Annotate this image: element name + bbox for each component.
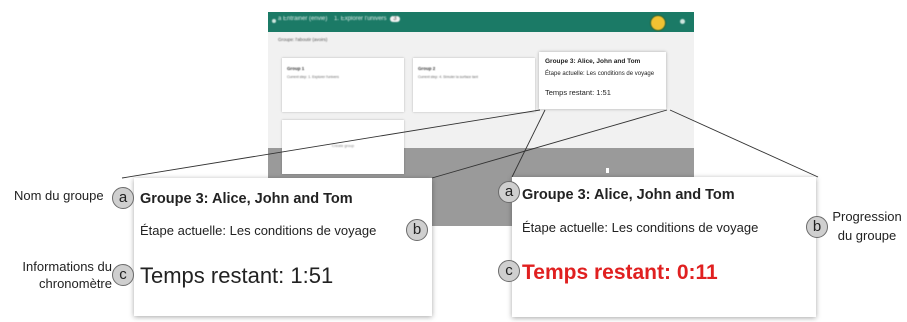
label-timer-info: chronomètre [39, 276, 112, 291]
group-current-step: Étape actuelle: Les conditions de voyage [140, 223, 377, 238]
breadcrumb-item: a Entrainer (envie) [278, 16, 328, 22]
label-group-progress: du groupe [837, 228, 897, 243]
label-group-progress: Progression [832, 209, 902, 224]
mini-card-title: Group 2 [418, 66, 436, 71]
zoomed-group-card-alert: Groupe 3: Alice, John and Tom Étape actu… [512, 177, 816, 317]
group-timer: Temps restant: 1:51 [140, 263, 334, 288]
mini-group-card: Group 2 Current step: 4. Simuler la surf… [413, 58, 535, 112]
create-group-label: Create group [331, 144, 355, 148]
group-current-step: Étape actuelle: Les conditions de voyage [522, 220, 759, 235]
marker-a: a [112, 187, 134, 209]
app-top-bar: a Entrainer (envie) 1. Explorer l'univer… [268, 12, 694, 32]
small-card-step: Étape actuelle: Les conditions de voyage [545, 71, 655, 77]
breadcrumb-item: 1. Explorer l'univers [334, 16, 387, 22]
mini-card-subtitle: Current step: 1. Explorer l'univers [287, 75, 339, 79]
small-card-timer: Temps restant: 1:51 [545, 88, 611, 97]
more-options-icon [680, 19, 685, 24]
breadcrumb: a Entrainer (envie) 1. Explorer l'univer… [278, 16, 400, 22]
group-name: Groupe 3: Alice, John and Tom [140, 191, 353, 207]
avatar [650, 15, 666, 31]
label-timer-info: Informations du [22, 259, 112, 274]
menu-icon [272, 19, 276, 23]
marker-c: c [498, 260, 520, 282]
mouse-cursor-icon [606, 168, 609, 173]
marker-a: a [498, 181, 520, 203]
mini-create-group-card: Create group [282, 120, 404, 174]
mini-group-card: Group 1 Current step: 1. Explorer l'univ… [282, 58, 404, 112]
marker-b: b [806, 216, 828, 238]
mini-card-title: Group 1 [287, 66, 305, 71]
group-timer-alert: Temps restant: 0:11 [522, 261, 718, 284]
small-group-card: Groupe 3: Alice, John and Tom Étape actu… [539, 52, 666, 109]
zoomed-group-card-normal: Groupe 3: Alice, John and Tom Étape actu… [134, 178, 432, 316]
small-card-title: Groupe 3: Alice, John and Tom [545, 58, 641, 65]
label-group-name: Nom du groupe [14, 188, 104, 203]
mini-card-subtitle: Current step: 4. Simuler la surface tant [418, 75, 478, 79]
marker-c: c [112, 264, 134, 286]
breadcrumb-badge: 3 [390, 16, 400, 22]
group-name: Groupe 3: Alice, John and Tom [522, 187, 735, 203]
marker-b: b [406, 219, 428, 241]
page-caption: Groupe: l'aboutir (avoirs) [278, 37, 328, 42]
